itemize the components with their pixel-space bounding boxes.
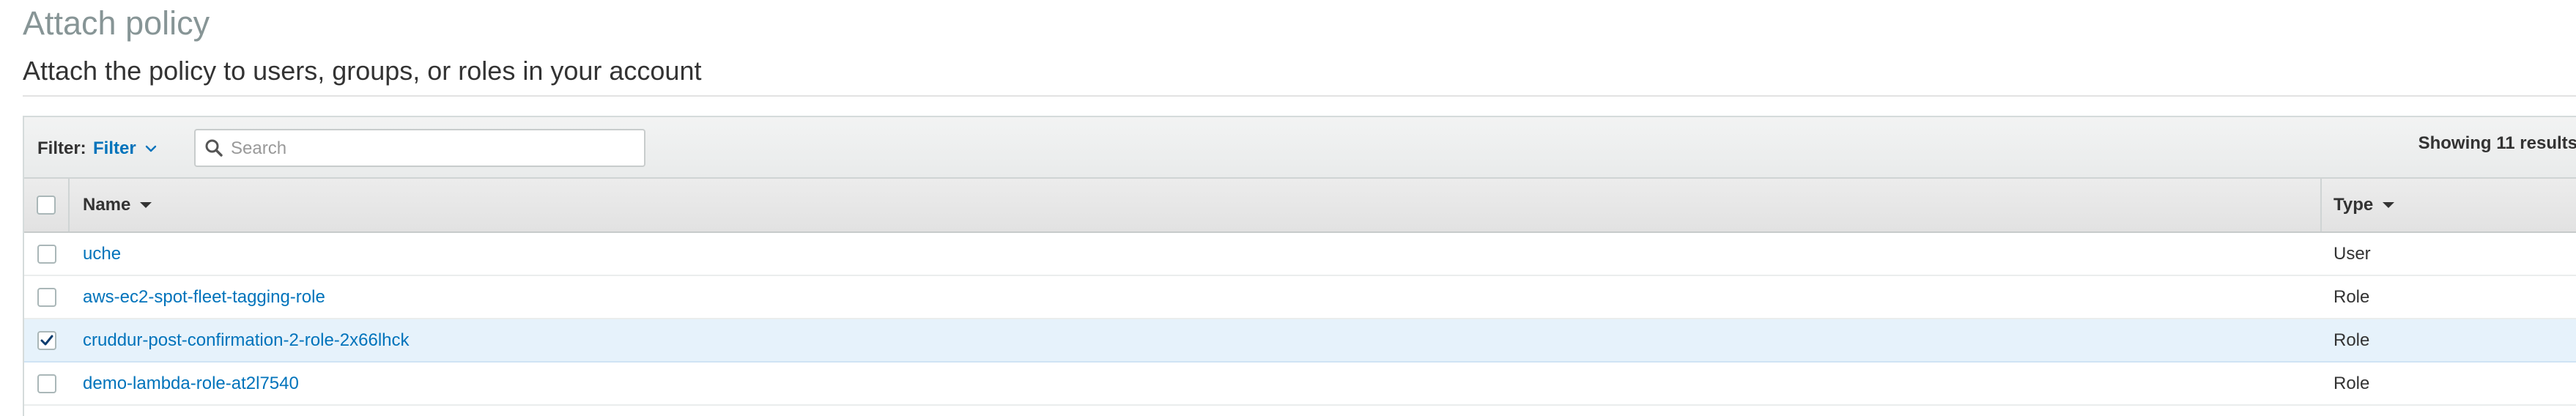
select-all-cell — [24, 179, 70, 231]
select-all-checkbox[interactable] — [37, 196, 56, 215]
column-header-name[interactable]: Name — [83, 179, 152, 231]
row-checkbox[interactable] — [37, 244, 56, 264]
row-checkbox[interactable] — [37, 374, 56, 393]
policy-attach-table-panel: Filter: Filter Showing 11 results Name — [23, 116, 2576, 416]
row-checkbox-cell — [24, 319, 70, 361]
table-row[interactable]: uche User — [24, 233, 2576, 276]
filter-dropdown-value[interactable]: Filter — [93, 138, 136, 159]
search-icon — [205, 139, 223, 157]
row-name-link[interactable]: cruddur-post-confirmation-2-role-2x66lhc… — [83, 319, 410, 361]
table-body: uche User aws-ec2-spot-fleet-tagging-rol… — [24, 233, 2576, 406]
divider — [23, 95, 2576, 97]
row-type: User — [2333, 243, 2371, 264]
page-subtitle: Attach the policy to users, groups, or r… — [23, 56, 702, 86]
page-title: Attach policy — [23, 4, 210, 42]
row-type: Role — [2333, 330, 2370, 350]
sort-down-icon — [140, 202, 152, 208]
row-type: Role — [2333, 373, 2370, 393]
table-row[interactable]: demo-lambda-role-at2l7540 Role — [24, 363, 2576, 406]
search-input[interactable] — [229, 135, 635, 163]
row-name-link[interactable]: demo-lambda-role-at2l7540 — [83, 363, 299, 404]
results-count: Showing 11 results — [2418, 133, 2576, 153]
table-row[interactable]: aws-ec2-spot-fleet-tagging-role Role — [24, 276, 2576, 319]
filter-label: Filter: — [37, 138, 86, 158]
table-row[interactable]: cruddur-post-confirmation-2-role-2x66lhc… — [24, 319, 2576, 363]
column-header-type[interactable]: Type — [2333, 179, 2395, 231]
row-checkbox-cell — [24, 233, 70, 275]
checkmark-icon — [40, 335, 53, 345]
sort-down-icon — [2383, 202, 2395, 208]
row-checkbox-cell — [24, 276, 70, 318]
row-type: Role — [2333, 286, 2370, 307]
filter-bar: Filter: Filter Showing 11 results — [24, 116, 2576, 179]
row-name-link[interactable]: aws-ec2-spot-fleet-tagging-role — [83, 276, 325, 318]
search-box[interactable] — [194, 129, 645, 167]
filter-dropdown[interactable]: Filter — [93, 138, 158, 159]
row-checkbox[interactable] — [37, 330, 56, 350]
column-header-name-label: Name — [83, 195, 131, 215]
column-header-type-label: Type — [2333, 195, 2374, 215]
row-checkbox-cell — [24, 363, 70, 404]
chevron-down-icon[interactable] — [144, 141, 158, 156]
column-separator — [2320, 179, 2322, 231]
row-name-link[interactable]: uche — [83, 233, 121, 275]
row-checkbox[interactable] — [37, 287, 56, 307]
table-header: Name Type — [24, 179, 2576, 233]
